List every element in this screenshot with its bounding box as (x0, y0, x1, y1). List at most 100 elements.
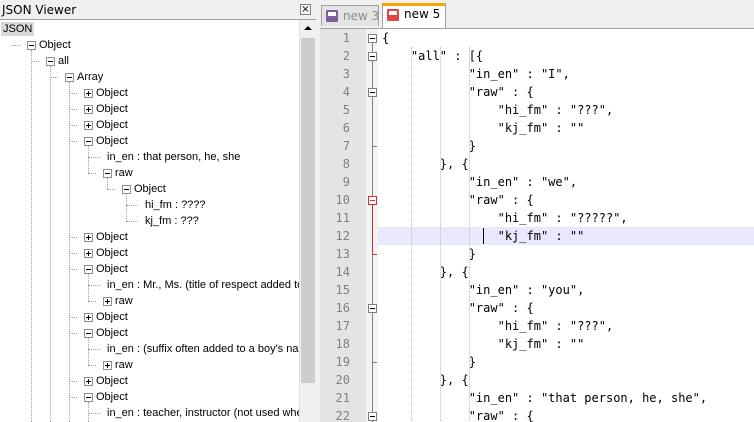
tab-label: new 5 (404, 7, 441, 21)
close-icon[interactable]: × (300, 4, 311, 15)
fold-line (372, 137, 373, 146)
code-line: }, { (382, 373, 469, 387)
code-editor[interactable]: 1 2 3 4 5 6 7 8 9 10 11 12 13 14 15 16 17 18 19 20 21 22 { "a… (320, 28, 754, 422)
fold-line (372, 47, 373, 52)
code-line: "in_en" : "I", (382, 67, 570, 81)
tree-connector (88, 301, 96, 302)
expand-icon[interactable] (84, 249, 93, 258)
tree-root-node[interactable]: JSON (1, 22, 35, 36)
expand-icon[interactable] (84, 377, 93, 386)
tree-connector (107, 189, 115, 190)
code-line: "hi_fm" : "???", (382, 319, 614, 333)
code-line: "in_en" : "that person, he, she", (382, 391, 708, 405)
line-number: 1 (342, 31, 350, 45)
tree-connector (126, 221, 138, 222)
expand-icon[interactable] (84, 105, 93, 114)
tree-connector (88, 146, 89, 173)
expand-icon[interactable] (84, 121, 93, 130)
tree-connector (88, 402, 89, 422)
collapse-icon[interactable] (84, 137, 93, 146)
tree-node[interactable]: Object (96, 102, 128, 116)
collapse-icon[interactable] (84, 329, 93, 338)
tree-node[interactable]: raw (115, 166, 133, 180)
scroll-up-arrow-icon[interactable] (300, 20, 316, 37)
tree-node[interactable]: Object (96, 118, 128, 132)
tree-connector (88, 285, 100, 286)
expand-icon[interactable] (103, 361, 112, 370)
collapse-icon[interactable] (84, 265, 93, 274)
tree-connector (126, 205, 138, 206)
expand-icon[interactable] (84, 89, 93, 98)
line-number: 20 (335, 373, 350, 387)
fold-line (372, 362, 373, 371)
tree-node[interactable]: Object (96, 326, 128, 340)
fold-line (372, 389, 373, 407)
tree-node[interactable]: Object (134, 182, 166, 196)
fold-toggle-icon[interactable] (368, 412, 377, 421)
tab-new-3[interactable]: new 3 (321, 5, 379, 26)
line-number: 15 (335, 283, 350, 297)
code-line: "in_en" : "you", (382, 283, 585, 297)
fold-line (372, 371, 373, 389)
collapse-icon[interactable] (84, 393, 93, 402)
tree-node[interactable]: in_en : teacher, instructor (not used wh… (107, 406, 299, 420)
fold-line (372, 227, 373, 245)
tree-node[interactable]: Object (96, 374, 128, 388)
tree-connector (69, 237, 77, 238)
fold-line (372, 155, 373, 173)
fold-toggle-icon[interactable] (368, 52, 377, 61)
fold-line (372, 335, 373, 353)
tree-node[interactable]: all (58, 54, 69, 68)
collapse-icon[interactable] (46, 57, 55, 66)
fold-line (372, 353, 373, 362)
fold-toggle-icon[interactable] (368, 34, 377, 43)
tree-connector (88, 338, 89, 365)
line-number: 3 (342, 67, 350, 81)
json-tree[interactable]: JSON Object all Array Object Object Object Obje… (0, 20, 299, 422)
tree-node[interactable]: in_en : (suffix often added to a boy's n… (107, 342, 299, 356)
collapse-icon[interactable] (65, 73, 74, 82)
tree-node[interactable]: hi_fm : ???? (145, 198, 206, 212)
line-number: 10 (335, 193, 350, 207)
tree-connector (69, 93, 77, 94)
expand-icon[interactable] (84, 233, 93, 242)
tree-node[interactable]: Object (96, 390, 128, 404)
tree-connector (69, 317, 77, 318)
tree-scrollbar[interactable] (299, 20, 316, 422)
tree-node[interactable]: raw (115, 358, 133, 372)
line-number: 6 (342, 121, 350, 135)
tree-node[interactable]: Object (39, 38, 71, 52)
fold-toggle-icon[interactable] (368, 88, 377, 97)
expand-icon[interactable] (84, 313, 93, 322)
tree-node[interactable]: Object (96, 230, 128, 244)
tree-node[interactable]: Object (96, 262, 128, 276)
tree-node[interactable]: raw (115, 294, 133, 308)
fold-toggle-icon[interactable] (368, 304, 377, 313)
tree-node[interactable]: Object (96, 246, 128, 260)
line-number: 5 (342, 103, 350, 117)
tree-node[interactable]: Object (96, 310, 128, 324)
expand-icon[interactable] (103, 297, 112, 306)
tree-node[interactable]: kj_fm : ??? (145, 214, 199, 228)
tree-connector (69, 125, 77, 126)
tab-new-5[interactable]: new 5 (382, 3, 446, 28)
code-line: } (382, 355, 476, 369)
scrollbar-thumb[interactable] (301, 38, 315, 383)
code-line: "in_en" : "we", (382, 175, 578, 189)
code-line: "raw" : { (382, 409, 534, 422)
collapse-icon[interactable] (103, 169, 112, 178)
unsaved-file-icon (387, 9, 399, 21)
collapse-icon[interactable] (27, 41, 36, 50)
line-number: 12 (335, 229, 350, 243)
tree-connector (69, 397, 77, 398)
tree-node[interactable]: Object (96, 134, 128, 148)
tree-node[interactable]: in_en : that person, he, she (107, 150, 240, 164)
tree-connector (50, 66, 51, 422)
tree-node[interactable]: in_en : Mr., Ms. (title of respect added… (107, 278, 299, 292)
tree-node[interactable]: Object (96, 86, 128, 100)
fold-line (372, 254, 373, 263)
fold-toggle-icon[interactable] (368, 196, 377, 205)
tree-node[interactable]: Array (77, 70, 103, 84)
fold-line (372, 65, 373, 83)
collapse-icon[interactable] (122, 185, 131, 194)
